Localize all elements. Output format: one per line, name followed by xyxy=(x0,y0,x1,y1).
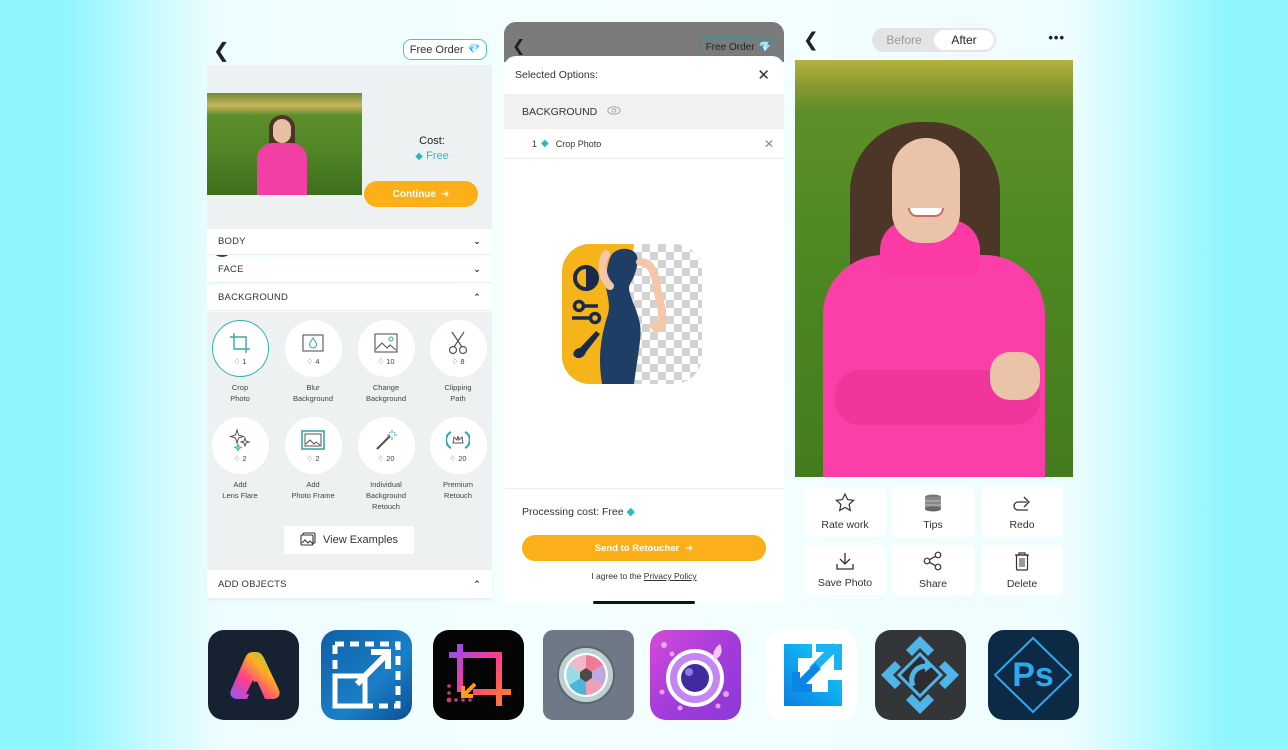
sparkles-icon xyxy=(227,427,253,452)
diamond-icon: ♢ xyxy=(449,453,457,463)
diamond-icon: 💎 xyxy=(467,44,480,55)
view-examples-button[interactable]: View Examples xyxy=(284,526,414,554)
top-bar: ❮ Free Order 💎 xyxy=(207,30,492,65)
background-options-grid: ♢ 1 Crop Photo ♢ 4 Blur Background ♢ 10 … xyxy=(207,312,492,578)
share-button[interactable]: Share xyxy=(892,545,974,595)
magic-wand-icon xyxy=(373,429,399,451)
sheet-title: Selected Options: xyxy=(515,69,598,81)
gallery-icon xyxy=(300,531,316,549)
selected-options-screen: ❮ Free Order 💎 Selected Options: ✕ BACKG… xyxy=(504,22,784,604)
diamond-icon: ♢ xyxy=(306,356,314,366)
ps-label: Ps xyxy=(1012,656,1054,694)
delete-button[interactable]: Delete xyxy=(981,545,1063,595)
sheet-footer: Processing cost: Free ◆ Send to Retouche… xyxy=(504,488,784,604)
app-icon-youcam[interactable] xyxy=(650,630,741,720)
diamond-icon: ◆ xyxy=(541,138,549,149)
diamond-icon: ◆ xyxy=(626,506,635,518)
selected-options-sheet: Selected Options: ✕ BACKGROUND 1 ◆ Crop … xyxy=(504,56,784,604)
order-summary: Cost: ◆ Free Continue ➜ ●● xyxy=(207,65,492,257)
save-photo-button[interactable]: Save Photo xyxy=(804,545,886,595)
selected-option-row: 1 ◆ Crop Photo ✕ xyxy=(504,129,784,159)
diamond-icon: 💎 xyxy=(758,41,771,53)
trash-icon xyxy=(1013,551,1031,574)
retouch-app-logo xyxy=(562,244,702,384)
chevron-up-icon: ⌃ xyxy=(473,292,481,302)
home-indicator xyxy=(593,601,695,604)
section-background[interactable]: BACKGROUND ⌃ xyxy=(207,285,492,311)
close-icon[interactable]: ✕ xyxy=(757,66,770,84)
diamond-icon: ◆ xyxy=(415,151,423,162)
crown-laurel-icon xyxy=(445,429,471,451)
order-options-screen: ❮ Free Order 💎 Cost: ◆ Free Continue ➜ ●… xyxy=(207,30,492,602)
free-order-badge[interactable]: Free Order 💎 xyxy=(698,38,778,56)
diamond-icon: ♢ xyxy=(377,356,385,366)
arrow-right-icon: ➜ xyxy=(685,542,694,554)
app-icon-resize[interactable] xyxy=(766,630,857,720)
uploaded-photo xyxy=(207,93,362,195)
cost-block: Cost: ◆ Free xyxy=(377,135,487,162)
back-button[interactable]: ❮ xyxy=(803,31,819,50)
before-after-toggle: Before After xyxy=(872,28,996,52)
section-add-objects[interactable]: ADD OBJECTS ⌃ xyxy=(207,570,492,598)
remove-icon[interactable]: ✕ xyxy=(764,137,774,151)
image-icon xyxy=(373,332,399,354)
diamond-icon: ♢ xyxy=(306,453,314,463)
eye-icon[interactable] xyxy=(607,105,621,118)
chevron-up-icon: ⌃ xyxy=(473,578,481,589)
option-blur-background[interactable]: ♢ 4 Blur Background xyxy=(277,320,349,404)
back-button[interactable]: ❮ xyxy=(512,39,525,55)
send-to-retoucher-button[interactable]: Send to Retoucher ➜ xyxy=(522,535,766,561)
chevron-down-icon: ⌄ xyxy=(473,264,481,274)
tab-after[interactable]: After xyxy=(934,30,994,50)
share-icon xyxy=(923,551,943,574)
app-icon-rotate[interactable] xyxy=(875,630,966,720)
redo-button[interactable]: Redo xyxy=(981,487,1063,537)
option-premium-retouch[interactable]: ♢ 20 Premium Retouch xyxy=(422,417,494,501)
coins-icon xyxy=(923,494,943,515)
crop-icon xyxy=(227,332,253,354)
blur-drop-icon xyxy=(300,332,326,354)
app-icon-adobe-express[interactable] xyxy=(208,630,299,720)
diamond-icon: ♢ xyxy=(377,453,385,463)
section-face[interactable]: FACE ⌄ xyxy=(207,257,492,283)
download-icon xyxy=(835,552,855,573)
section-body[interactable]: BODY ⌄ xyxy=(207,229,492,255)
option-add-photo-frame[interactable]: ♢ 2 Add Photo Frame xyxy=(277,417,349,501)
diamond-icon: ♢ xyxy=(233,453,241,463)
app-icon-pixlr[interactable] xyxy=(543,630,634,720)
option-crop-photo[interactable]: ♢ 1 Crop Photo xyxy=(204,320,276,404)
photo-frame-icon xyxy=(300,429,326,451)
processing-cost: Processing cost: Free ◆ xyxy=(522,506,635,518)
cost-value: ◆ Free xyxy=(415,150,449,162)
privacy-policy-link[interactable]: Privacy Policy xyxy=(644,571,697,581)
tab-before[interactable]: Before xyxy=(874,30,934,50)
scissors-icon xyxy=(445,331,471,354)
free-order-badge[interactable]: Free Order 💎 xyxy=(402,39,487,60)
tips-button[interactable]: Tips xyxy=(892,487,974,537)
redo-icon xyxy=(1012,494,1032,515)
back-button[interactable]: ❮ xyxy=(213,41,230,61)
option-add-lens-flare[interactable]: ♢ 2 Add Lens Flare xyxy=(204,417,276,501)
option-clipping-path[interactable]: ♢ 8 Clipping Path xyxy=(422,320,494,404)
option-change-background[interactable]: ♢ 10 Change Background xyxy=(350,320,422,404)
diamond-icon: ♢ xyxy=(451,356,459,366)
star-icon xyxy=(835,492,855,515)
retouched-photo xyxy=(795,60,1073,477)
diamond-icon: ♢ xyxy=(233,356,241,366)
more-options-icon[interactable]: ••• xyxy=(1048,30,1065,45)
chevron-down-icon: ⌄ xyxy=(473,236,481,246)
app-icon-photoshop-express[interactable]: Ps xyxy=(988,630,1079,720)
option-individual-background-retouch[interactable]: ♢ 20 Individual Background Retouch xyxy=(350,417,422,512)
continue-button[interactable]: Continue ➜ xyxy=(364,181,478,207)
selected-section-header: BACKGROUND xyxy=(504,94,784,129)
rate-work-button[interactable]: Rate work xyxy=(804,487,886,537)
app-icon-image-resizer[interactable] xyxy=(321,630,412,720)
result-screen: ❮ Before After ••• Rate work Tips Redo S… xyxy=(795,22,1073,600)
privacy-agreement: I agree to the Privacy Policy xyxy=(591,571,697,581)
app-icon-crop-gradient[interactable] xyxy=(433,630,524,720)
arrow-right-icon: ➜ xyxy=(440,188,450,200)
